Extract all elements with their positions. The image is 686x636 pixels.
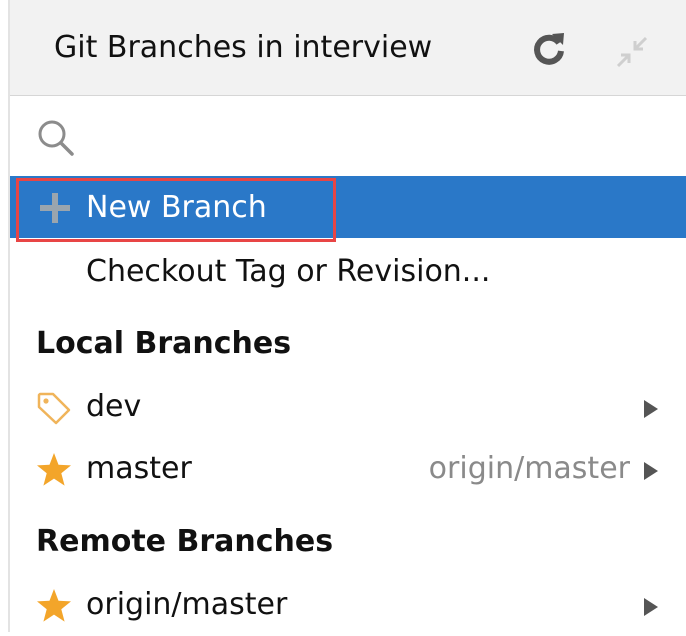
branch-tracking: origin/master xyxy=(428,451,630,486)
chevron-right-icon[interactable] xyxy=(642,460,660,482)
star-icon xyxy=(37,453,71,486)
remote-branch-origin-master[interactable]: origin/master xyxy=(10,574,686,636)
star-icon xyxy=(37,589,71,622)
branch-name: origin/master xyxy=(86,587,288,622)
remote-branches-heading: Remote Branches xyxy=(36,524,334,559)
checkout-tag-label: Checkout Tag or Revision... xyxy=(86,254,491,289)
tag-icon xyxy=(37,392,71,425)
new-branch-item[interactable]: New Branch xyxy=(10,176,686,242)
popup-header: Git Branches in interview xyxy=(10,0,686,96)
branch-search xyxy=(10,98,686,174)
local-branches-heading: Local Branches xyxy=(36,326,292,361)
local-branch-master[interactable]: master origin/master xyxy=(10,438,686,500)
chevron-right-icon[interactable] xyxy=(642,398,660,420)
plus-icon xyxy=(40,193,70,223)
branch-name: master xyxy=(86,451,192,486)
new-branch-label: New Branch xyxy=(86,190,267,225)
branch-name: dev xyxy=(86,389,142,424)
chevron-right-icon[interactable] xyxy=(642,596,660,618)
local-branch-dev[interactable]: dev xyxy=(10,376,686,438)
refresh-icon[interactable] xyxy=(528,28,570,70)
checkout-tag-item[interactable]: Checkout Tag or Revision... xyxy=(10,240,686,302)
popup-title: Git Branches in interview xyxy=(54,30,433,65)
search-input[interactable] xyxy=(82,114,666,160)
search-icon xyxy=(38,120,74,156)
collapse-icon[interactable] xyxy=(612,32,652,72)
